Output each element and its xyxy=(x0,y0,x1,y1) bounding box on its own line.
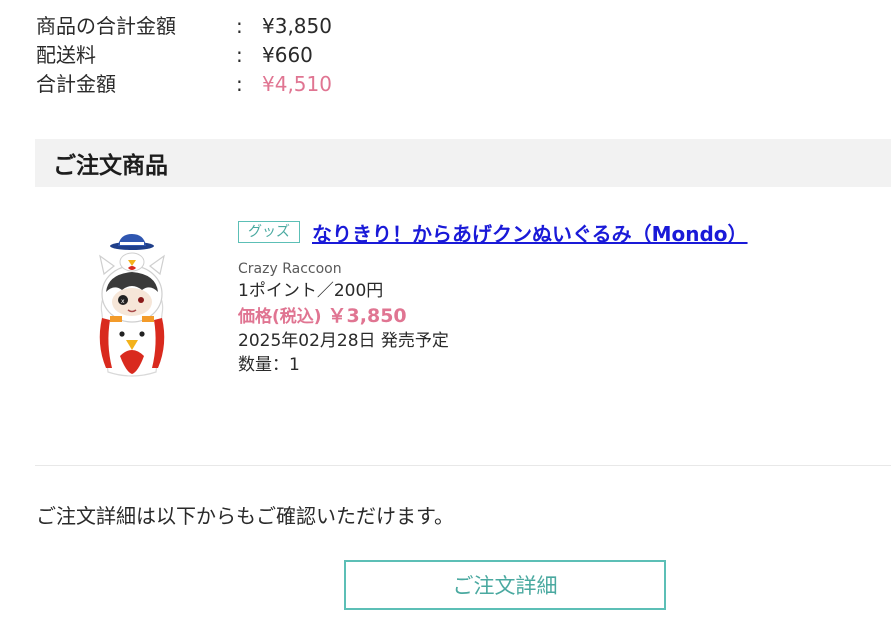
category-tag: グッズ xyxy=(238,221,300,243)
price-value: ￥3,850 xyxy=(327,305,407,327)
product-info: グッズ なりきり！からあげクンぬいぐるみ（Mondo） Crazy Raccoo… xyxy=(238,217,878,377)
product-points: 1ポイント／200円 xyxy=(238,281,384,301)
section-divider xyxy=(35,465,891,466)
plush-mascot-illustration: x xyxy=(99,234,165,377)
product-brand: Crazy Raccoon xyxy=(238,261,342,277)
section-title: ご注文商品 xyxy=(53,153,168,179)
shipping-label: 配送料 xyxy=(36,43,96,67)
release-date: 2025年02月28日 発売予定 xyxy=(238,331,449,351)
product-price: 価格(税込) ￥3,850 xyxy=(238,303,878,329)
svg-text:x: x xyxy=(121,298,125,305)
order-details-note: ご注文詳細は以下からもご確認いただけます。 xyxy=(36,504,454,528)
product-quantity: 数量：1 xyxy=(238,355,300,375)
plush-mascot-image[interactable]: x xyxy=(92,234,172,382)
product-title-link[interactable]: なりきり！からあげクンぬいぐるみ（Mondo） xyxy=(312,218,748,247)
product-title-line: グッズ なりきり！からあげクンぬいぐるみ（Mondo） xyxy=(238,217,878,247)
ordered-items-header: ご注文商品 xyxy=(35,139,891,187)
shipping-value: ¥660 xyxy=(262,43,313,67)
price-label: 価格(税込) xyxy=(238,307,322,327)
total-colon: : xyxy=(236,72,243,96)
order-details-button[interactable]: ご注文詳細 xyxy=(344,560,666,610)
order-summary: 商品の合計金額 : ¥3,850 配送料 : ¥660 合計金額 : ¥4,51… xyxy=(36,12,332,99)
shipping-colon: : xyxy=(236,43,243,67)
subtotal-value: ¥3,850 xyxy=(262,14,332,38)
summary-row-subtotal: 商品の合計金額 : ¥3,850 xyxy=(36,12,332,41)
summary-row-shipping: 配送料 : ¥660 xyxy=(36,41,332,70)
summary-row-total: 合計金額 : ¥4,510 xyxy=(36,70,332,99)
subtotal-label: 商品の合計金額 xyxy=(36,14,176,38)
total-label: 合計金額 xyxy=(36,72,116,96)
total-value: ¥4,510 xyxy=(262,72,332,96)
subtotal-colon: : xyxy=(236,14,243,38)
